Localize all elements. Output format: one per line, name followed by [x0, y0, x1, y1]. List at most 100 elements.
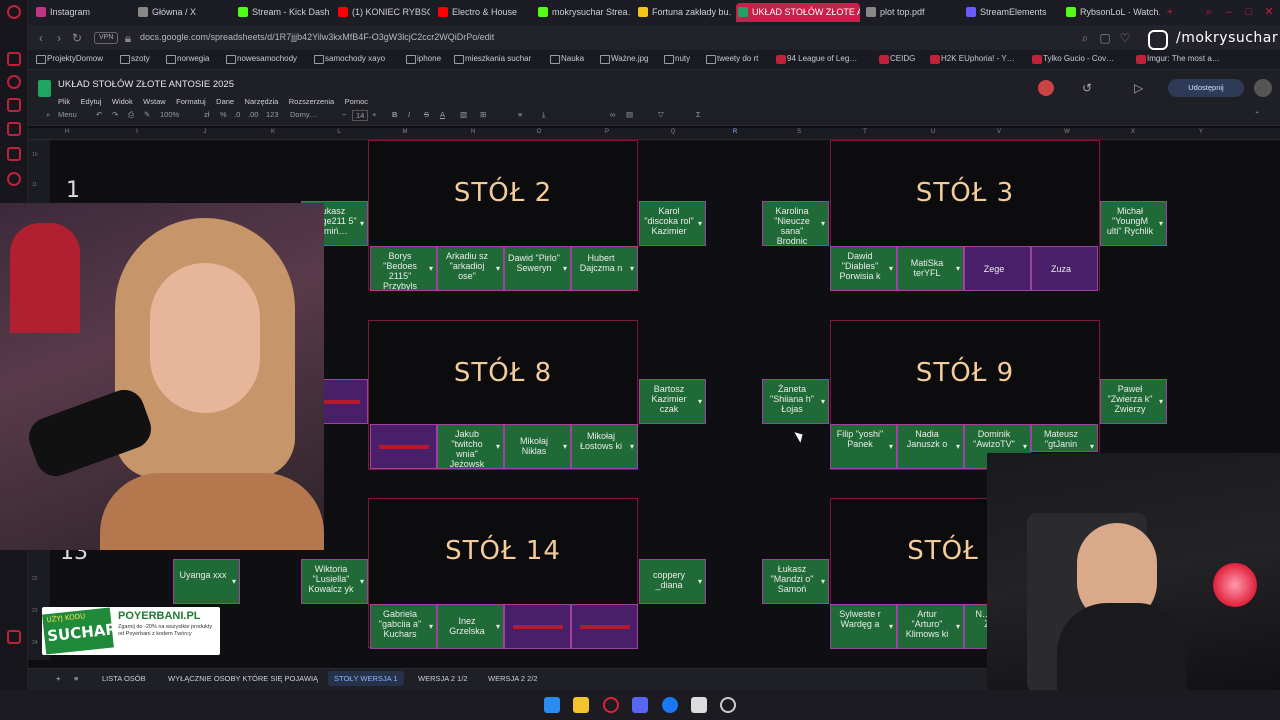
menus-search[interactable]: Menu — [58, 110, 77, 119]
link-icon[interactable]: ∞ — [610, 110, 615, 119]
sheet-tab[interactable]: LISTA OSÓB — [102, 674, 146, 683]
column-label[interactable]: I — [132, 129, 142, 135]
bookmark-item[interactable]: samochody xayo — [314, 54, 385, 64]
bookmark-icon[interactable]: ♡ — [1118, 31, 1132, 45]
forward-icon[interactable]: › — [52, 31, 66, 45]
seat-chip[interactable]: Arkadiu sz "arkadioj ose" — [437, 246, 504, 291]
seat-chip[interactable]: coppery _diana — [639, 559, 706, 604]
seat-chip[interactable]: Uyanga xxx — [173, 559, 240, 604]
row-label[interactable]: 22 — [32, 576, 38, 582]
browser-tab[interactable]: Electro & House — [436, 3, 530, 22]
browser-tab[interactable]: mokrysuchar Strea… — [536, 3, 630, 22]
paint-format-icon[interactable]: ✎ — [144, 110, 150, 119]
meet-icon[interactable]: ▷ — [1134, 81, 1143, 95]
italic-icon[interactable]: I — [408, 110, 410, 119]
empty-seat[interactable] — [504, 604, 571, 649]
seat-chip[interactable]: MatiSka terYFL — [897, 246, 964, 291]
back-icon[interactable]: ‹ — [34, 31, 48, 45]
sheet-tab-active[interactable]: STOŁY WERSJA 1 — [328, 671, 404, 686]
column-label-selected[interactable]: R — [730, 129, 740, 135]
seat-chip[interactable]: Bartosz Kazimier czak — [639, 379, 706, 424]
seat-chip[interactable]: Wiktoria "Lusiella" Kowalcz yk — [301, 559, 368, 604]
font-size-decrease-icon[interactable]: − — [342, 110, 346, 119]
font-size-increase-icon[interactable]: + — [372, 110, 376, 119]
menu-item-file[interactable]: Plik — [58, 97, 70, 106]
fill-color-icon[interactable]: ▧ — [460, 110, 467, 119]
seat-chip[interactable]: Dawid "Diables" Porwisia k — [830, 246, 897, 291]
menu-item-view[interactable]: Widok — [112, 97, 133, 106]
comment-icon[interactable]: ▤ — [626, 110, 633, 119]
seat-chip[interactable]: Karolina "Nieucze sana" Brodnic — [762, 201, 829, 246]
menu-item-format[interactable]: Formatuj — [176, 97, 206, 106]
bookmark-item[interactable]: tweety do rt — [706, 54, 758, 64]
text-color-icon[interactable]: A — [440, 110, 445, 119]
user-avatar[interactable] — [1254, 79, 1272, 97]
column-label[interactable]: P — [602, 129, 612, 135]
seat-chip[interactable]: Zuza — [1031, 246, 1098, 291]
bookmark-item[interactable]: norwegia — [166, 54, 209, 64]
column-label[interactable]: M — [400, 129, 410, 135]
seat-chip[interactable]: Nadia Januszk o — [897, 424, 964, 469]
column-label[interactable]: S — [794, 129, 804, 135]
opera-gx-icon[interactable] — [603, 697, 619, 713]
bookmark-item[interactable]: H2K EUphoria! - Y… — [930, 54, 1015, 64]
menu-item-extensions[interactable]: Rozszerzenia — [289, 97, 334, 106]
discord-icon[interactable] — [632, 697, 648, 713]
functions-icon[interactable]: Σ — [696, 110, 701, 119]
more-formats-button[interactable]: 123 — [266, 110, 279, 119]
home-icon[interactable] — [7, 52, 21, 66]
share-button[interactable]: Udostępnij — [1168, 79, 1244, 97]
font-size-input[interactable]: 14 — [352, 110, 369, 121]
whatsapp-icon[interactable] — [7, 122, 21, 136]
bookmark-item[interactable]: iphone — [406, 54, 441, 64]
column-label[interactable]: U — [928, 129, 938, 135]
browser-tab[interactable]: Fortuna zakłady bu… — [636, 3, 732, 22]
bookmark-item[interactable]: szoty — [120, 54, 150, 64]
seat-chip[interactable]: Mateusz "gtJanin — [1031, 424, 1098, 452]
font-select[interactable]: Domy… — [290, 110, 317, 119]
file-explorer-icon[interactable] — [573, 697, 589, 713]
redo-icon[interactable]: ↷ — [112, 110, 118, 119]
collapse-icon[interactable]: ⌃ — [1254, 110, 1260, 119]
history-icon[interactable] — [7, 75, 21, 89]
bold-icon[interactable]: B — [392, 110, 397, 119]
seat-chip[interactable]: Jakub "twitcho wnia" Jeżowsk — [437, 424, 504, 469]
maximize-icon[interactable]: □ — [1243, 6, 1255, 18]
column-label[interactable]: H — [62, 129, 72, 135]
seat-chip[interactable]: Dawid "Pirlo" Seweryn — [504, 246, 571, 291]
seat-chip[interactable]: Gabriela "gabciia a" Kuchars — [370, 604, 437, 649]
seat-chip[interactable]: Artur "Arturo" Klimows ki — [897, 604, 964, 649]
seat-chip[interactable]: Mikołaj Niklas — [504, 424, 571, 469]
row-label[interactable]: 11 — [32, 182, 37, 188]
bookmark-item[interactable]: mieszkania suchar — [454, 54, 531, 64]
percent-button[interactable]: % — [220, 110, 227, 119]
print-icon[interactable]: ⎙ — [128, 110, 134, 120]
browser-tab[interactable]: Stream - Kick Dash — [236, 3, 330, 22]
menu-item-edit[interactable]: Edytuj — [81, 97, 102, 106]
decrease-decimal-button[interactable]: .0 — [234, 110, 240, 119]
bookmark-item[interactable]: nowesamochody — [226, 54, 297, 64]
sheet-tab[interactable]: WYŁĄCZNIE OSOBY KTÓRE SIĘ POJAWIĄ — [168, 674, 318, 683]
strikethrough-icon[interactable]: S — [424, 110, 429, 119]
seat-chip[interactable]: Łukasz "Mandzi o" Samoń — [762, 559, 829, 604]
browser-tab[interactable]: Instagram — [34, 3, 130, 22]
sheet-tab[interactable]: WERSJA 2 2/2 — [488, 674, 538, 683]
vpn-badge[interactable]: VPN — [94, 32, 119, 44]
seat-chip[interactable]: Michał "YoungM ulti" Rychlik — [1100, 201, 1167, 246]
currency-button[interactable]: zł — [204, 110, 209, 119]
sheets-logo-icon[interactable] — [38, 80, 51, 97]
menu-item-tools[interactable]: Narzędzia — [245, 97, 279, 106]
bookmark-item[interactable]: CEIDG — [879, 54, 915, 64]
bookmark-item[interactable]: Ważne.jpg — [600, 54, 649, 64]
menu-item-insert[interactable]: Wstaw — [143, 97, 166, 106]
all-sheets-icon[interactable]: ≡ — [74, 674, 78, 683]
opera-logo-icon[interactable] — [7, 5, 21, 19]
seat-chip[interactable]: Zege — [964, 246, 1031, 291]
browser-tab[interactable]: Główna / X — [136, 3, 230, 22]
column-label[interactable]: Y — [1196, 129, 1206, 135]
seat-chip[interactable]: Hubert Dajczma n — [571, 246, 638, 291]
align-icon[interactable]: ≡ — [518, 110, 522, 119]
column-label[interactable]: W — [1062, 129, 1072, 135]
increase-decimal-button[interactable]: .00 — [248, 110, 258, 119]
seat-chip[interactable]: Żaneta "Shiiana h" Łojas — [762, 379, 829, 424]
